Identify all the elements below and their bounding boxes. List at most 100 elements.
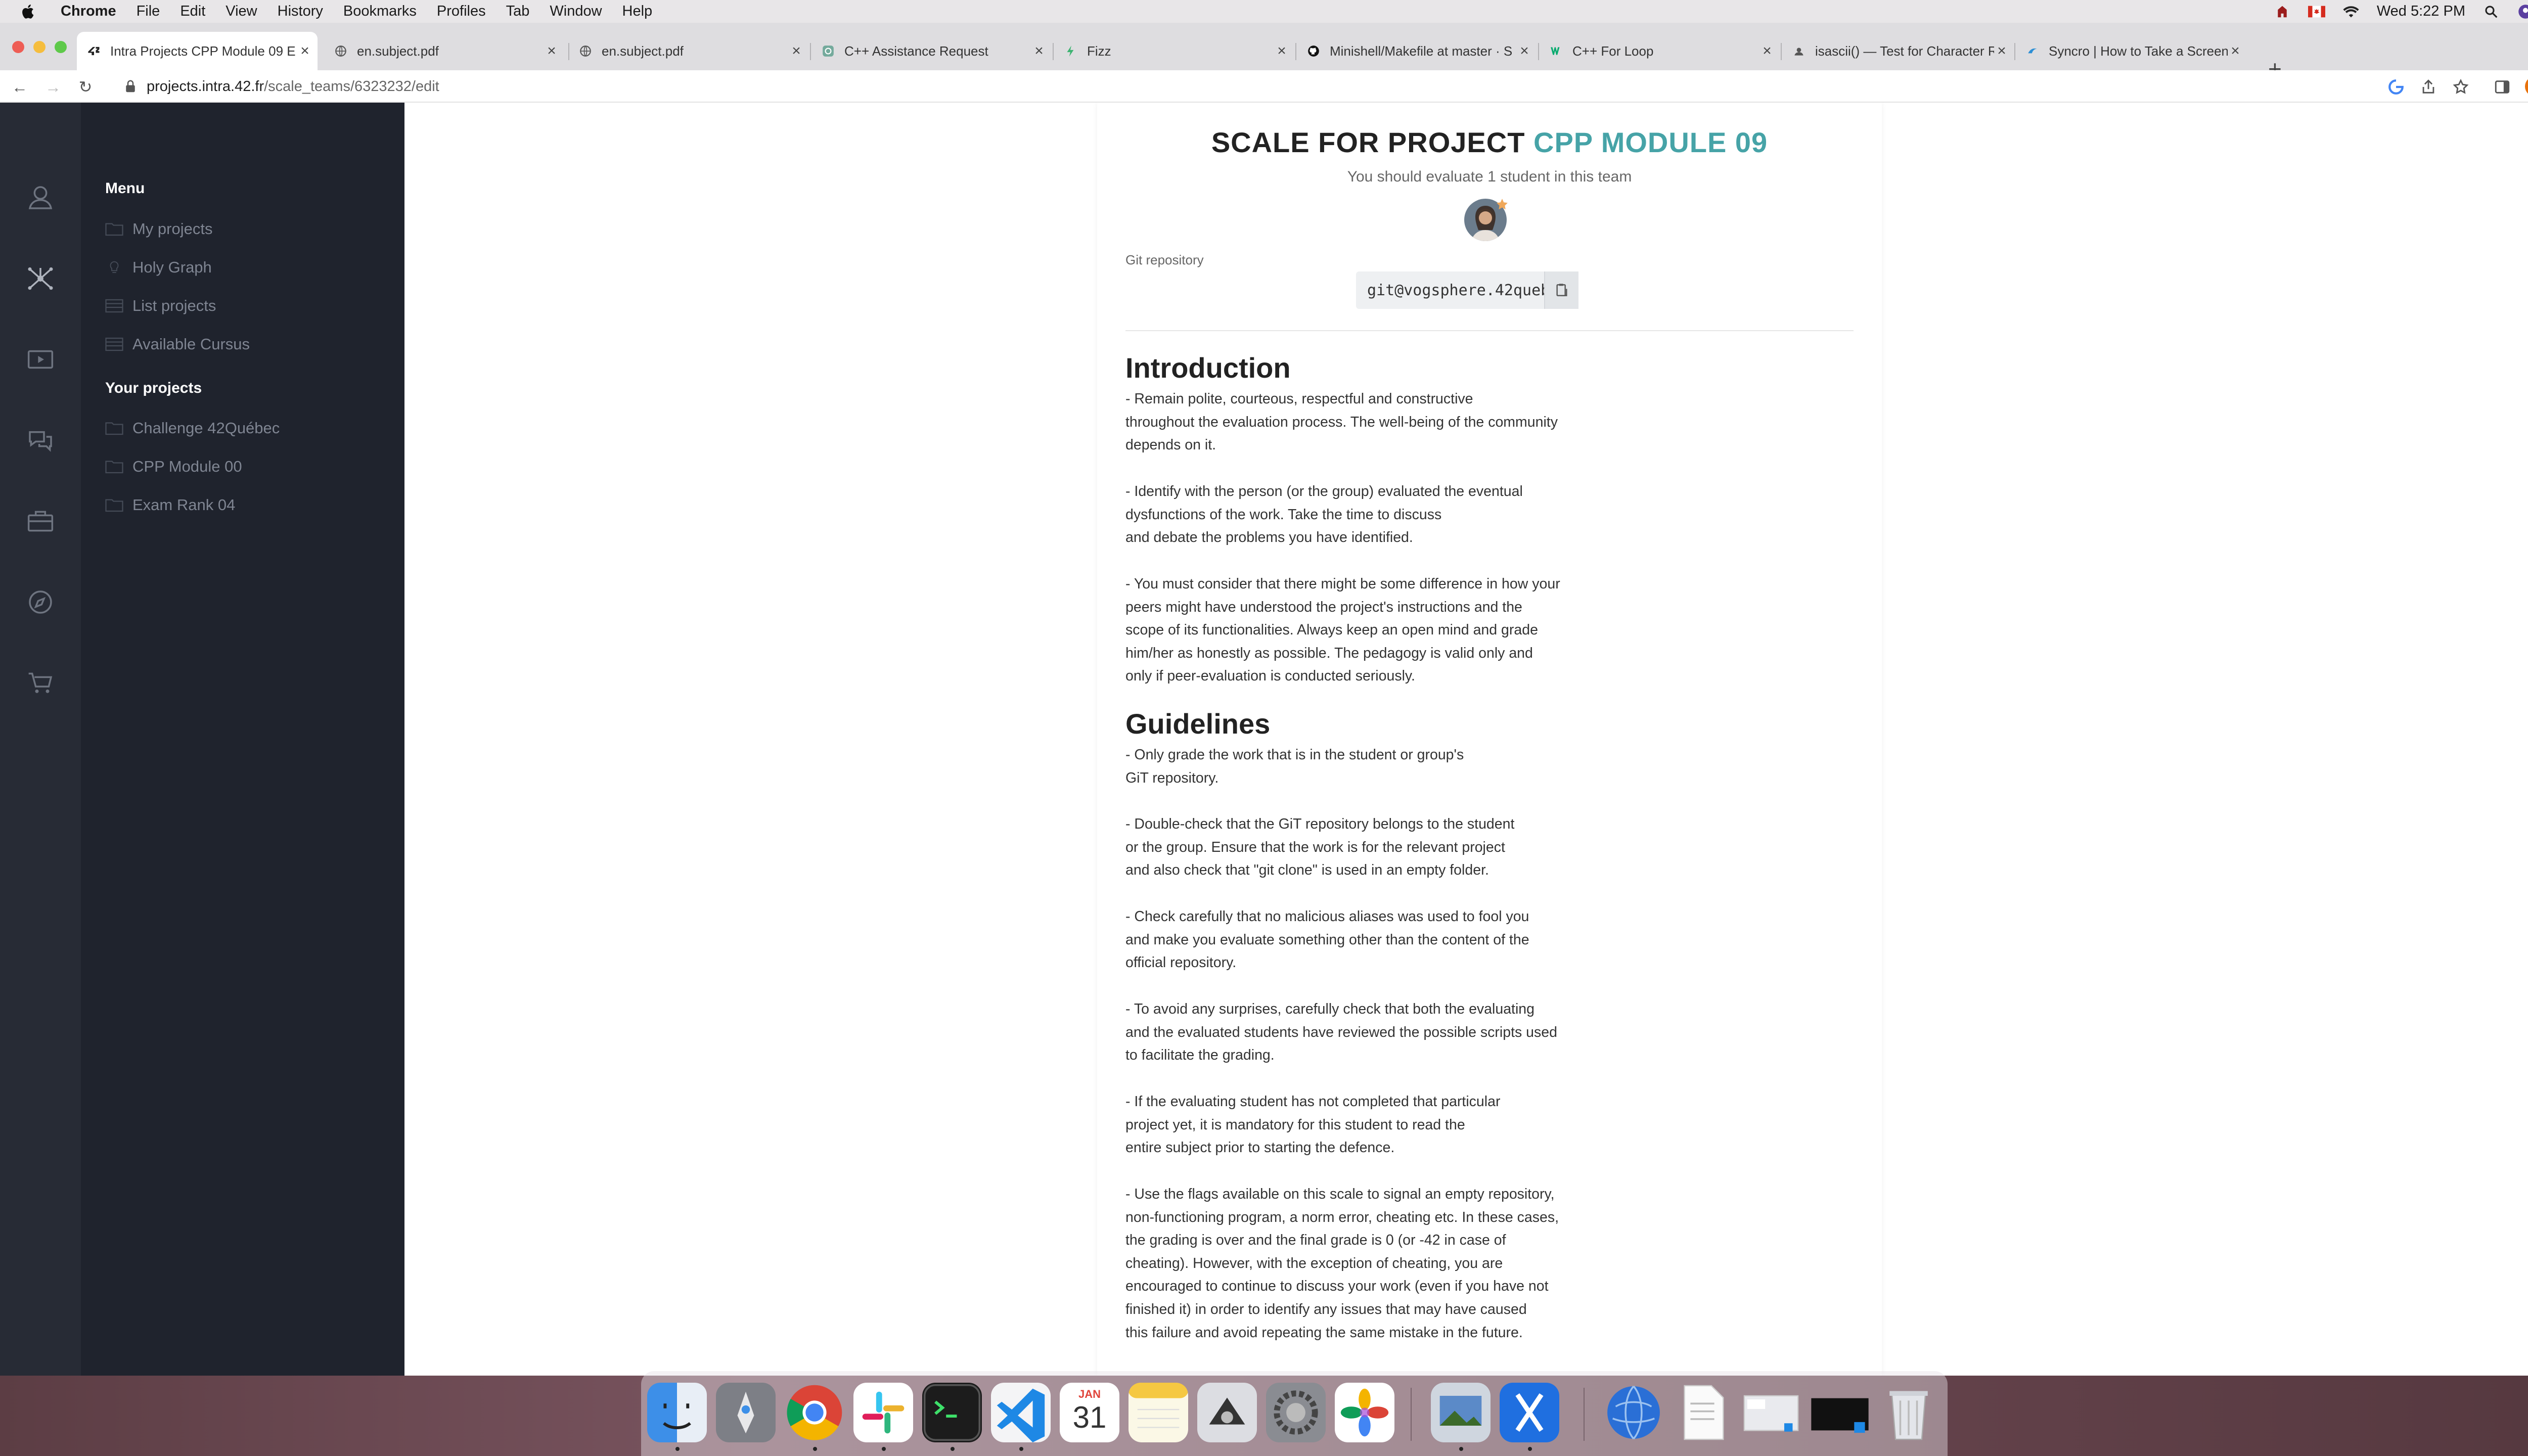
avatar-star-icon: [1497, 199, 1508, 210]
terminal-window-icon[interactable]: [1810, 1383, 1870, 1442]
ibm-icon: [1792, 44, 1806, 58]
globe-icon: [334, 44, 348, 58]
profile-avatar[interactable]: S: [2525, 76, 2528, 97]
dock-separator: [1584, 1388, 1585, 1441]
spotlight-search-icon[interactable]: [2482, 4, 2500, 19]
holy-graph-icon[interactable]: [26, 264, 55, 293]
shop-cart-icon[interactable]: [26, 669, 55, 697]
notes-icon[interactable]: [1128, 1383, 1188, 1442]
tab-intra-projects[interactable]: Intra Projects CPP Module 09 E ×: [77, 32, 318, 70]
clipboard-icon: [1556, 284, 1567, 296]
tab-minishell-makefile[interactable]: Minishell/Makefile at master · S ×: [1296, 32, 1537, 70]
menu-bookmarks[interactable]: Bookmarks: [343, 3, 417, 20]
evaluation-subtitle: You should evaluate 1 student in this te…: [1347, 168, 1632, 185]
running-indicator: [882, 1447, 886, 1451]
menu-window[interactable]: Window: [550, 3, 602, 20]
finder-icon[interactable]: [647, 1383, 707, 1442]
sidebar-project-exam-rank-04[interactable]: Exam Rank 04: [105, 496, 235, 514]
menu-history[interactable]: History: [278, 3, 323, 20]
zoom-window-button[interactable]: [55, 41, 67, 53]
companies-icon[interactable]: [26, 507, 55, 535]
tab-subject-pdf-1[interactable]: en.subject.pdf ×: [324, 32, 564, 70]
scale-card: SCALE FOR PROJECT CPP MODULE 09 You shou…: [1097, 103, 1882, 1376]
menu-file[interactable]: File: [137, 3, 160, 20]
user-avatar-icon[interactable]: [2517, 4, 2528, 19]
close-tab-icon[interactable]: ×: [1759, 42, 1775, 60]
tab-cpp-for-loop[interactable]: C++ For Loop ×: [1539, 32, 1780, 70]
launchpad-icon[interactable]: [716, 1383, 776, 1442]
profile-icon[interactable]: [26, 184, 55, 212]
menu-tab[interactable]: Tab: [506, 3, 530, 20]
tab-cpp-assistance[interactable]: C++ Assistance Request ×: [811, 32, 1052, 70]
folder-icon: [105, 461, 123, 474]
reload-icon[interactable]: ↻: [77, 78, 94, 96]
running-indicator: [675, 1447, 680, 1451]
url-path: /scale_teams/6323232/edit: [264, 78, 439, 95]
sidebar-project-cpp-module-00[interactable]: CPP Module 00: [105, 458, 242, 476]
close-tab-icon[interactable]: ×: [1517, 42, 1532, 60]
close-tab-icon[interactable]: ×: [1994, 42, 2009, 60]
sidebar-project-challenge[interactable]: Challenge 42Québec: [105, 419, 280, 437]
close-tab-icon[interactable]: ×: [2228, 42, 2243, 60]
back-arrow-icon[interactable]: ←: [11, 78, 28, 96]
sidebar-item-my-projects[interactable]: My projects: [105, 220, 212, 238]
document-icon[interactable]: [1673, 1383, 1732, 1442]
close-window-button[interactable]: [12, 41, 24, 53]
xcode-icon[interactable]: [1500, 1383, 1559, 1442]
tab-title: Intra Projects CPP Module 09 E: [110, 43, 296, 59]
vscode-icon[interactable]: [991, 1383, 1051, 1442]
forum-icon[interactable]: [26, 426, 55, 454]
menu-help[interactable]: Help: [622, 3, 653, 20]
tab-subject-pdf-2[interactable]: en.subject.pdf ×: [568, 32, 809, 70]
close-tab-icon[interactable]: ×: [1031, 42, 1047, 60]
slack-icon[interactable]: [853, 1383, 913, 1442]
browser-tab-strip: Intra Projects CPP Module 09 E × en.subj…: [0, 23, 2528, 80]
elearning-icon[interactable]: [26, 345, 55, 374]
forward-arrow-icon[interactable]: →: [44, 78, 62, 96]
chrome-icon[interactable]: [785, 1383, 844, 1442]
canada-flag-icon[interactable]: [2308, 4, 2325, 19]
calendar-day: 31: [1072, 1400, 1107, 1434]
network-icon[interactable]: [1604, 1383, 1663, 1442]
compass-icon[interactable]: [26, 588, 55, 616]
disk-utility-icon[interactable]: [1197, 1383, 1257, 1442]
copy-button[interactable]: [1544, 271, 1578, 309]
apple-icon[interactable]: [19, 3, 37, 21]
lock-icon[interactable]: [125, 80, 136, 93]
photos-icon[interactable]: [1335, 1383, 1394, 1442]
minimize-window-button[interactable]: [33, 41, 46, 53]
calendar-icon[interactable]: JAN 31: [1060, 1383, 1119, 1442]
close-tab-icon[interactable]: ×: [297, 42, 312, 60]
sidebar-item-holy-graph[interactable]: Holy Graph: [105, 258, 212, 277]
bookmark-star-icon[interactable]: [2452, 78, 2469, 96]
trash-icon[interactable]: [1879, 1383, 1938, 1442]
menu-app-name[interactable]: Chrome: [61, 3, 116, 20]
preview-icon[interactable]: [1431, 1383, 1491, 1442]
sidebar-item-available-cursus[interactable]: Available Cursus: [105, 335, 250, 353]
sidebar: Menu My projects Holy Graph List project…: [81, 103, 404, 1376]
window-icon[interactable]: [1741, 1383, 1801, 1442]
guidelines-paragraph: - Double-check that the GiT repository b…: [1125, 816, 1515, 879]
wifi-icon[interactable]: [2342, 4, 2360, 19]
share-icon[interactable]: [2420, 78, 2437, 96]
close-tab-icon[interactable]: ×: [544, 42, 559, 60]
menubar-clock[interactable]: Wed 5:22 PM: [2377, 3, 2465, 20]
menu-edit[interactable]: Edit: [180, 3, 205, 20]
close-tab-icon[interactable]: ×: [789, 42, 804, 60]
sidebar-item-list-projects[interactable]: List projects: [105, 297, 216, 315]
terminal-icon[interactable]: [922, 1383, 982, 1442]
google-lens-icon[interactable]: [2387, 78, 2405, 96]
system-preferences-icon[interactable]: [1266, 1383, 1326, 1442]
close-tab-icon[interactable]: ×: [1274, 42, 1289, 60]
tab-fizz[interactable]: Fizz ×: [1054, 32, 1294, 70]
git-repository-url[interactable]: git@vogsphere.42quebe: [1356, 282, 1544, 299]
menu-profiles[interactable]: Profiles: [437, 3, 486, 20]
side-panel-icon[interactable]: [2494, 78, 2511, 96]
tab-title: isascii() — Test for Character R: [1815, 43, 1994, 59]
home-status-icon[interactable]: [2274, 4, 2291, 19]
git-repository-field[interactable]: git@vogsphere.42quebe: [1356, 271, 1578, 309]
tab-syncro[interactable]: Syncro | How to Take a Screens ×: [2015, 32, 2248, 70]
tab-isascii[interactable]: isascii() — Test for Character R ×: [1782, 32, 2014, 70]
address-bar[interactable]: projects.intra.42.fr/scale_teams/6323232…: [125, 73, 439, 100]
menu-view[interactable]: View: [225, 3, 257, 20]
